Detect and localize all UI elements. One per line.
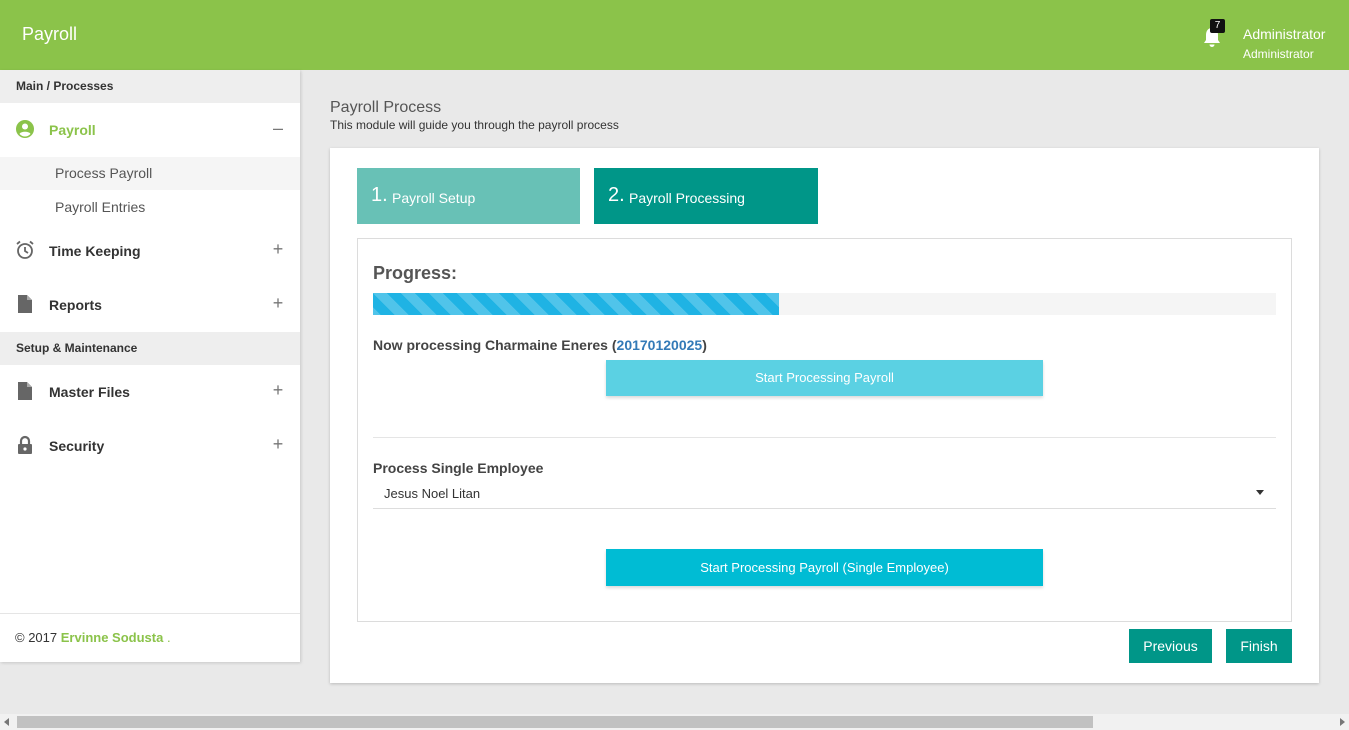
sidebar: Main / Processes Payroll – Process Payro… <box>0 70 300 662</box>
horizontal-scrollbar[interactable] <box>0 714 1349 730</box>
file-icon <box>18 295 32 313</box>
user-name[interactable]: Administrator <box>1243 26 1325 42</box>
top-bar: Payroll 7 Administrator Administrator <box>0 0 1349 70</box>
sidebar-item-label: Master Files <box>49 384 130 400</box>
start-processing-single-button[interactable]: Start Processing Payroll (Single Employe… <box>606 549 1043 586</box>
footer-dot: . <box>166 630 171 645</box>
file-icon <box>18 382 32 400</box>
collapse-icon[interactable]: – <box>270 118 286 139</box>
previous-button[interactable]: Previous <box>1129 629 1212 663</box>
account-circle-icon <box>16 120 34 138</box>
sidebar-subitem-payroll-entries[interactable]: Payroll Entries <box>0 191 300 224</box>
user-role: Administrator <box>1243 47 1314 61</box>
wizard-card: 1. Payroll Setup 2. Payroll Processing P… <box>330 148 1319 683</box>
step-number: 1. <box>371 184 388 206</box>
scroll-left-icon[interactable] <box>4 718 9 726</box>
expand-icon[interactable]: + <box>270 380 286 401</box>
sidebar-item-label: Payroll <box>49 122 96 138</box>
progress-bar <box>373 293 1276 315</box>
scroll-right-icon[interactable] <box>1340 718 1345 726</box>
now-processing-text: Now processing Charmaine Eneres (2017012… <box>373 337 707 353</box>
lock-icon <box>18 435 32 454</box>
step-label: Payroll Setup <box>392 190 476 206</box>
progress-label: Progress: <box>373 263 458 283</box>
sidebar-item-security[interactable]: Security + <box>0 419 300 473</box>
now-processing-suffix: ) <box>702 337 707 353</box>
employee-id-link[interactable]: 20170120025 <box>617 337 703 353</box>
page-subtitle: This module will guide you through the p… <box>330 118 619 132</box>
sidebar-footer: © 2017 Ervinne Sodusta . <box>0 613 300 662</box>
copyright-text: © 2017 <box>15 630 58 645</box>
now-processing-prefix: Now processing Charmaine Eneres ( <box>373 337 617 353</box>
scrollbar-thumb[interactable] <box>17 716 1093 728</box>
page-title: Payroll Process <box>330 99 442 116</box>
finish-button[interactable]: Finish <box>1226 629 1292 663</box>
caret-down-icon <box>1256 490 1264 495</box>
sidebar-item-time-keeping[interactable]: Time Keeping + <box>0 224 300 278</box>
sidebar-item-label: Security <box>49 438 105 454</box>
sidebar-item-payroll[interactable]: Payroll – <box>0 103 300 157</box>
author-link[interactable]: Ervinne Sodusta <box>61 630 164 645</box>
start-processing-button[interactable]: Start Processing Payroll <box>606 360 1043 396</box>
divider <box>373 437 1276 438</box>
sidebar-item-master-files[interactable]: Master Files + <box>0 365 300 419</box>
sidebar-item-reports[interactable]: Reports + <box>0 278 300 332</box>
expand-icon[interactable]: + <box>270 293 286 314</box>
notification-count-badge: 7 <box>1210 19 1225 33</box>
expand-icon[interactable]: + <box>270 239 286 260</box>
sidebar-item-label: Reports <box>49 297 102 313</box>
step-label: Payroll Processing <box>629 190 745 206</box>
step-number: 2. <box>608 184 625 206</box>
app-title[interactable]: Payroll <box>22 24 77 45</box>
alarm-clock-icon <box>16 240 34 259</box>
step-payroll-processing[interactable]: 2. Payroll Processing <box>594 168 818 224</box>
progress-bar-fill <box>373 293 780 315</box>
processing-panel: Progress: Now processing Charmaine Enere… <box>357 238 1292 622</box>
sidebar-section-main: Main / Processes <box>0 70 300 103</box>
expand-icon[interactable]: + <box>270 434 286 455</box>
sidebar-item-label: Time Keeping <box>49 243 141 259</box>
single-employee-label: Process Single Employee <box>373 460 544 476</box>
employee-select[interactable]: Jesus Noel Litan <box>373 482 1276 509</box>
sidebar-section-setup: Setup & Maintenance <box>0 332 300 365</box>
step-payroll-setup[interactable]: 1. Payroll Setup <box>357 168 580 224</box>
employee-select-value: Jesus Noel Litan <box>384 486 481 501</box>
sidebar-subitem-process-payroll[interactable]: Process Payroll <box>0 157 300 190</box>
